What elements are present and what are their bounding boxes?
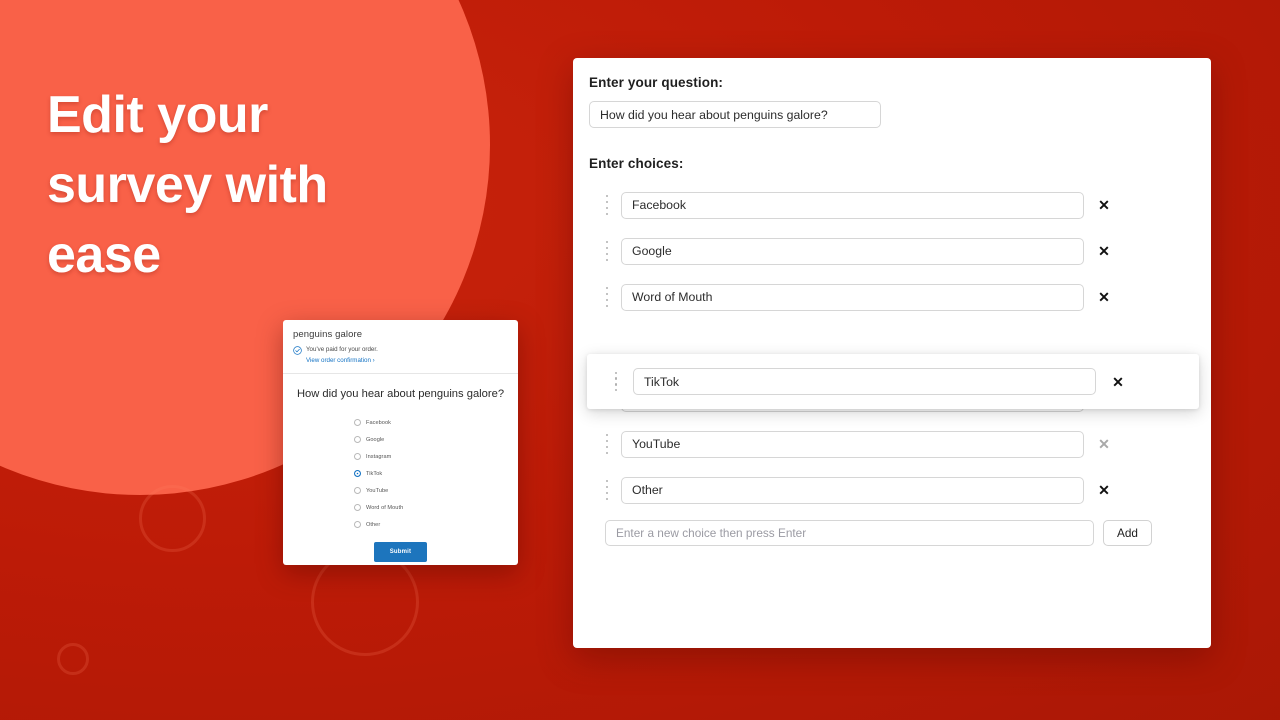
choice-row[interactable]: ✕	[589, 467, 1193, 513]
preview-submit-row: Submit	[283, 542, 518, 562]
radio-icon[interactable]	[354, 487, 361, 494]
remove-choice-button[interactable]: ✕	[1095, 288, 1113, 306]
remove-choice-button[interactable]: ✕	[1109, 373, 1127, 391]
preview-choice-list: Facebook Google Instagram TikTok YouTube…	[354, 412, 518, 533]
preview-paid-text: You've paid for your order.	[306, 346, 378, 353]
radio-icon[interactable]	[354, 521, 361, 528]
choice-input[interactable]	[621, 191, 1084, 219]
radio-icon[interactable]	[354, 436, 361, 443]
choice-input[interactable]	[621, 430, 1084, 458]
choice-input[interactable]	[621, 237, 1084, 265]
preview-submit-button[interactable]: Submit	[373, 542, 428, 562]
preview-choice-label: Facebook	[366, 419, 391, 426]
drag-handle-icon[interactable]	[602, 240, 612, 262]
radio-icon[interactable]	[354, 419, 361, 426]
question-input[interactable]	[589, 101, 881, 128]
remove-choice-button[interactable]: ✕	[1095, 242, 1113, 260]
question-label: Enter your question:	[589, 75, 724, 90]
survey-editor-panel: Enter your question: Enter choices: ✕ ✕ …	[573, 58, 1211, 648]
choice-row[interactable]: ✕	[589, 274, 1193, 320]
promo-banner: Edit your survey with ease penguins galo…	[0, 0, 1280, 720]
preview-header: penguins galore You've paid for your ord…	[283, 320, 518, 374]
preview-choice-label: Other	[366, 521, 381, 528]
preview-choice-instagram[interactable]: Instagram	[354, 448, 391, 465]
choice-row[interactable]: ✕	[589, 228, 1193, 274]
preview-choice-label: TikTok	[366, 470, 383, 477]
check-circle-icon	[293, 346, 302, 355]
drag-handle-icon[interactable]	[611, 371, 621, 393]
remove-choice-button[interactable]: ✕	[1095, 435, 1113, 453]
choice-input[interactable]	[621, 476, 1084, 504]
preview-choice-label: Instagram	[366, 453, 392, 460]
choice-row[interactable]: ✕	[589, 421, 1193, 467]
preview-choice-tiktok[interactable]: TikTok	[354, 465, 382, 482]
decorative-ring-1	[139, 485, 206, 552]
preview-question-text: How did you hear about penguins galore?	[296, 388, 505, 400]
radio-icon[interactable]	[354, 453, 361, 460]
new-choice-input[interactable]	[605, 520, 1094, 546]
preview-shop-name: penguins galore	[293, 329, 363, 340]
add-choice-row: Add	[589, 520, 1193, 546]
drag-handle-icon[interactable]	[602, 433, 612, 455]
preview-choice-label: Google	[366, 436, 385, 443]
radio-icon[interactable]	[354, 504, 361, 511]
preview-choice-facebook[interactable]: Facebook	[354, 414, 391, 431]
preview-choice-youtube[interactable]: YouTube	[354, 482, 388, 499]
choice-row-dragging[interactable]: ✕	[587, 354, 1199, 409]
drag-handle-icon[interactable]	[602, 194, 612, 216]
preview-choice-word-of-mouth[interactable]: Word of Mouth	[354, 499, 403, 516]
radio-icon-selected[interactable]	[354, 470, 361, 477]
preview-choice-other[interactable]: Other	[354, 516, 380, 533]
add-choice-button[interactable]: Add	[1103, 520, 1152, 546]
choices-label: Enter choices:	[589, 156, 684, 171]
choices-list: ✕ ✕ ✕ ✕ ✕	[587, 182, 1199, 513]
decorative-ring-3	[57, 643, 89, 675]
view-order-confirmation-link[interactable]: View order confirmation ›	[306, 356, 378, 365]
choice-input[interactable]	[633, 368, 1096, 395]
remove-choice-button[interactable]: ✕	[1095, 481, 1113, 499]
drag-handle-icon[interactable]	[602, 479, 612, 501]
choice-row[interactable]: ✕	[589, 182, 1193, 228]
survey-preview-card: penguins galore You've paid for your ord…	[283, 320, 518, 565]
preview-choice-label: Word of Mouth	[366, 504, 404, 511]
remove-choice-button[interactable]: ✕	[1095, 196, 1113, 214]
drag-handle-icon[interactable]	[602, 286, 612, 308]
preview-choice-label: YouTube	[366, 487, 389, 494]
preview-paid-row: You've paid for your order. View order c…	[293, 345, 508, 365]
preview-choice-google[interactable]: Google	[354, 431, 384, 448]
headline: Edit your survey with ease	[47, 86, 328, 284]
choice-input[interactable]	[621, 283, 1084, 311]
